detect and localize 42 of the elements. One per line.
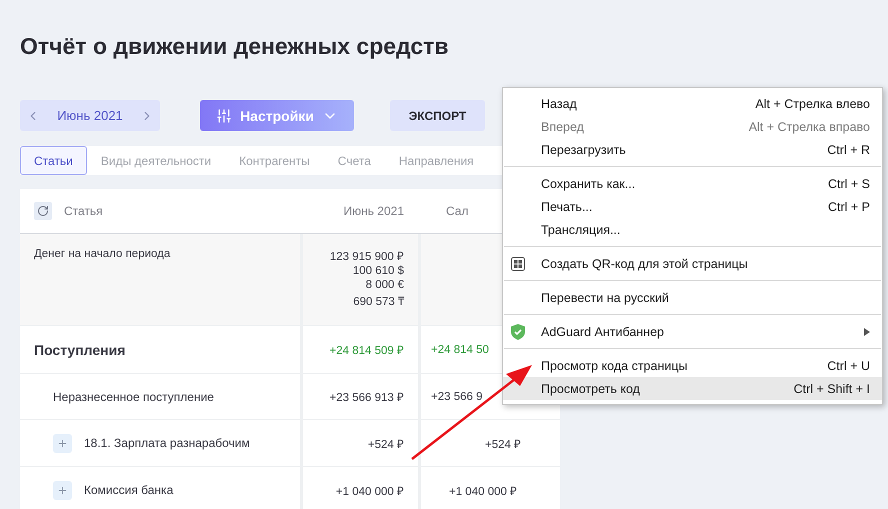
plus-icon [57,438,68,448]
menu-item[interactable]: Трансляция... [503,218,882,241]
menu-item[interactable]: Просмотр кода страницы Ctrl + U [503,354,882,377]
amount: 690 573 ₸ [353,295,404,308]
amount: +1 040 000 ₽ [449,484,518,498]
expand-button[interactable] [53,434,72,452]
menu-item[interactable]: Перезагрузить Ctrl + R [503,138,882,161]
qr-code-icon [511,256,525,270]
amount: +23 566 913 ₽ [330,391,404,404]
amount: +23 566 9 [431,390,482,402]
row-label: 18.1. Зарплата разнарабочим [84,436,250,450]
row-label: Денег на начало периода [34,248,170,260]
menu-item[interactable]: Назад Alt + Стрелка влево [503,92,882,115]
expand-button[interactable] [53,480,72,500]
amount: +24 814 50 [431,344,489,356]
page-title: Отчёт о движении денежных средств [20,32,450,61]
refresh-icon[interactable] [34,202,52,220]
shield-check-icon [511,324,525,340]
row-label: Неразнесенное поступление [53,390,214,404]
menu-item[interactable]: Просмотреть код Ctrl + Shift + I [503,377,882,400]
amount: +1 040 000 ₽ [336,484,404,498]
amount: +524 ₽ [368,438,404,450]
menu-item[interactable]: Печать... Ctrl + P [503,195,882,218]
plus-icon [57,484,68,496]
row-label: Поступления [34,342,126,358]
menu-item[interactable]: Сохранить как... Ctrl + S [503,172,882,195]
amount: 123 915 900 ₽ [330,250,404,263]
period-picker[interactable]: Июнь 2021 [20,100,160,131]
amount: 8 000 € [366,279,404,291]
column-header: Статья [64,204,103,218]
column-header: Июнь 2021 [342,204,405,218]
menu-item[interactable]: Создать QR-код для этой страницы [503,252,882,275]
sliders-icon [216,108,232,124]
amount: 100 610 $ [352,265,404,277]
menu-item[interactable]: Перевести на русский [503,286,882,309]
export-button[interactable]: ЭКСПОРТ [390,100,485,131]
amount: +524 ₽ [485,438,522,450]
menu-item[interactable]: AdGuard Антибаннер [503,320,882,343]
amount: +24 814 509 ₽ [330,344,404,357]
tab[interactable]: Статьи [20,146,87,175]
row-label: Комиссия банка [84,483,174,497]
submenu-arrow-icon [864,328,870,336]
